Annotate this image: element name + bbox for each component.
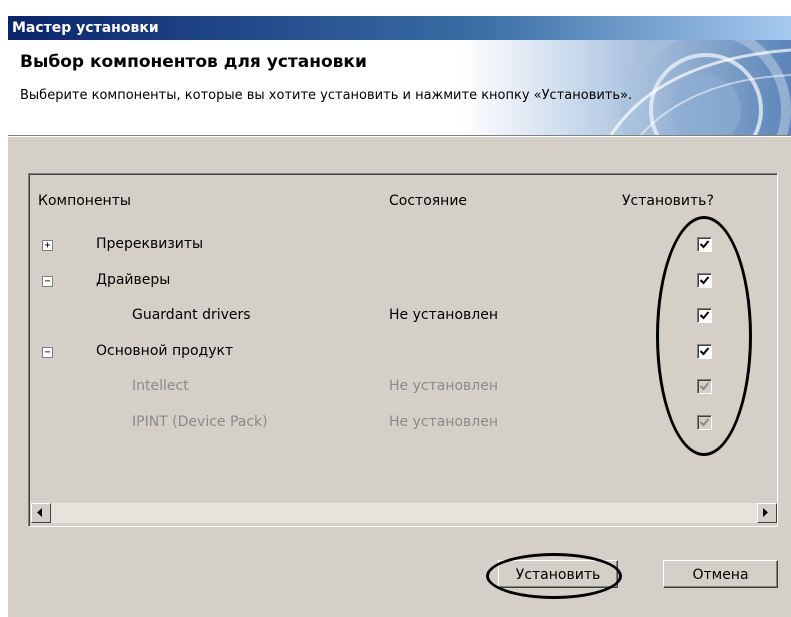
component-name: Основной продукт	[96, 342, 234, 359]
tree-row[interactable]: IPINT (Device Pack) Не установлен	[30, 411, 778, 441]
component-status: Не установлен	[389, 307, 498, 323]
install-button[interactable]: Установить	[498, 560, 618, 588]
components-tree[interactable]: Компоненты Состояние Установить? + Пререк…	[28, 173, 778, 527]
install-checkbox	[697, 414, 712, 430]
checkmark-icon	[699, 240, 710, 249]
component-name: Драйверы	[96, 271, 171, 288]
tree-row[interactable]: − Основной продукт	[30, 340, 778, 370]
tree-row[interactable]: − Драйверы	[30, 269, 778, 299]
column-header-install[interactable]: Установить?	[622, 193, 714, 209]
checkmark-icon	[699, 311, 710, 320]
header-title: Выбор компонентов для установки	[20, 52, 367, 72]
tree-row[interactable]: Intellect Не установлен	[30, 375, 778, 405]
cancel-button[interactable]: Отмена	[663, 560, 778, 588]
checkmark-icon	[699, 417, 710, 426]
checkmark-icon	[699, 382, 710, 391]
scroll-left-button[interactable]	[31, 503, 51, 523]
component-name: IPINT (Device Pack)	[132, 413, 268, 430]
tree-row[interactable]: + Пререквизиты	[30, 233, 778, 263]
checkmark-icon	[699, 346, 710, 355]
expand-icon[interactable]: +	[42, 240, 53, 251]
installer-window: Мастер установки Выбор компонентов для у…	[8, 16, 791, 617]
arrow-left-icon	[37, 508, 42, 517]
window-title: Мастер установки	[8, 16, 791, 40]
header-separator	[8, 135, 791, 137]
install-checkbox[interactable]	[697, 343, 712, 359]
install-checkbox[interactable]	[697, 308, 712, 323]
header-subtitle: Выберите компоненты, которые вы хотите у…	[20, 88, 633, 103]
checkmark-icon	[699, 275, 710, 284]
component-status: Не установлен	[389, 413, 498, 430]
component-status: Не установлен	[389, 378, 498, 394]
install-checkbox	[697, 379, 712, 394]
arrow-right-icon	[763, 508, 768, 517]
install-checkbox[interactable]	[697, 272, 712, 288]
horizontal-scrollbar[interactable]	[31, 503, 777, 523]
column-header-status[interactable]: Состояние	[389, 193, 467, 209]
collapse-icon[interactable]: −	[42, 346, 53, 358]
collapse-icon[interactable]: −	[42, 275, 53, 287]
scroll-right-button[interactable]	[757, 503, 777, 523]
component-name: Intellect	[132, 378, 189, 394]
component-name: Guardant drivers	[132, 307, 251, 323]
wizard-header: Выбор компонентов для установки Выберите…	[8, 40, 791, 135]
column-header-component[interactable]: Компоненты	[38, 193, 131, 209]
install-checkbox[interactable]	[697, 237, 712, 252]
component-name: Пререквизиты	[96, 236, 204, 252]
tree-row[interactable]: Guardant drivers Не установлен	[30, 304, 778, 334]
